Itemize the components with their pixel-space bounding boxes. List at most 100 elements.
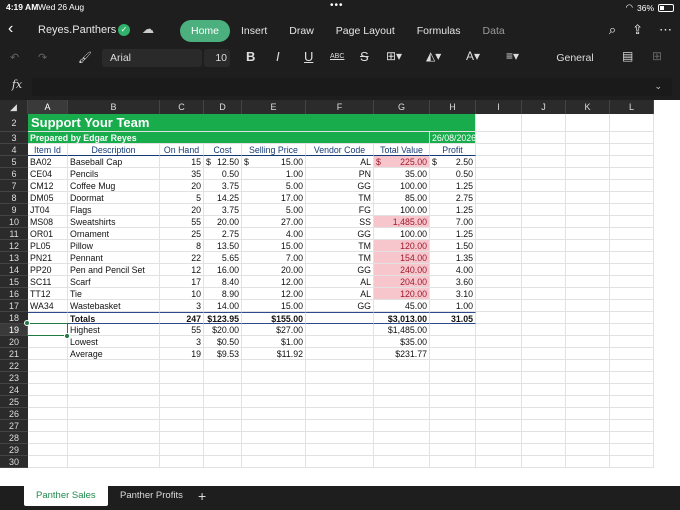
stat-cost[interactable]: $20.00: [204, 324, 242, 336]
row-header-5[interactable]: 5: [0, 156, 28, 168]
vendor-code-cell[interactable]: GG: [306, 228, 374, 240]
profit-cell[interactable]: $2.50: [430, 156, 476, 168]
undo-icon[interactable]: ↶: [10, 51, 19, 64]
selling-price-cell[interactable]: 5.00: [242, 204, 306, 216]
font-color-icon[interactable]: A▾: [466, 49, 480, 63]
totals-blank[interactable]: [306, 312, 374, 324]
row-header-6[interactable]: 6: [0, 168, 28, 180]
total-value-cell[interactable]: 35.00: [374, 168, 430, 180]
borders-icon[interactable]: ⊞▾: [386, 49, 402, 63]
item-id-cell[interactable]: JT04: [28, 204, 68, 216]
on-hand-cell[interactable]: 22: [160, 252, 204, 264]
add-sheet-icon[interactable]: +: [198, 486, 206, 506]
item-id-cell[interactable]: PN21: [28, 252, 68, 264]
on-hand-cell[interactable]: 17: [160, 276, 204, 288]
row-header-4[interactable]: 4: [0, 144, 28, 156]
strikethrough-button[interactable]: S: [360, 49, 369, 64]
totals-on-hand[interactable]: 247: [160, 312, 204, 324]
row-header-16[interactable]: 16: [0, 288, 28, 300]
insert-cells-icon[interactable]: ⊞: [652, 49, 662, 63]
row-header-24[interactable]: 24: [0, 384, 28, 396]
back-chevron-icon[interactable]: ‹: [8, 20, 13, 38]
stat-cost[interactable]: $9.53: [204, 348, 242, 360]
item-id-cell[interactable]: CE04: [28, 168, 68, 180]
profit-cell[interactable]: 3.10: [430, 288, 476, 300]
formula-input[interactable]: ⌄: [32, 78, 672, 96]
row-header-13[interactable]: 13: [0, 252, 28, 264]
on-hand-cell[interactable]: 55: [160, 216, 204, 228]
more-options-icon[interactable]: ⋯: [659, 22, 672, 38]
sheet-date[interactable]: 26/08/2026: [430, 132, 476, 144]
cost-cell[interactable]: 16.00: [204, 264, 242, 276]
row-header-20[interactable]: 20: [0, 336, 28, 348]
selling-price-cell[interactable]: $15.00: [242, 156, 306, 168]
cost-cell[interactable]: $12.50: [204, 156, 242, 168]
item-id-cell[interactable]: SC11: [28, 276, 68, 288]
vendor-code-cell[interactable]: SS: [306, 216, 374, 228]
vendor-code-cell[interactable]: TM: [306, 252, 374, 264]
description-cell[interactable]: Doormat: [68, 192, 160, 204]
selling-price-cell[interactable]: 15.00: [242, 240, 306, 252]
description-cell[interactable]: Coffee Mug: [68, 180, 160, 192]
description-cell[interactable]: Wastebasket: [68, 300, 160, 312]
stat-on-hand[interactable]: 3: [160, 336, 204, 348]
vendor-code-cell[interactable]: TM: [306, 192, 374, 204]
total-value-cell[interactable]: 1,485.00: [374, 216, 430, 228]
selling-price-cell[interactable]: 5.00: [242, 180, 306, 192]
cost-cell[interactable]: 14.00: [204, 300, 242, 312]
vendor-code-cell[interactable]: GG: [306, 300, 374, 312]
column-header-h[interactable]: H: [430, 100, 476, 114]
item-id-cell[interactable]: WA34: [28, 300, 68, 312]
stat-cost[interactable]: $0.50: [204, 336, 242, 348]
item-id-cell[interactable]: CM12: [28, 180, 68, 192]
total-value-cell[interactable]: 120.00: [374, 288, 430, 300]
row-header-7[interactable]: 7: [0, 180, 28, 192]
row-header-30[interactable]: 30: [0, 456, 28, 468]
cost-cell[interactable]: 8.40: [204, 276, 242, 288]
format-painter-icon[interactable]: 🖌: [78, 51, 92, 64]
description-cell[interactable]: Ornament: [68, 228, 160, 240]
vendor-code-cell[interactable]: AL: [306, 288, 374, 300]
row-header-2[interactable]: 2: [0, 114, 28, 132]
vendor-code-cell[interactable]: AL: [306, 276, 374, 288]
row-header-12[interactable]: 12: [0, 240, 28, 252]
sheet-tab-panther-profits[interactable]: Panther Profits: [108, 486, 195, 506]
bold-button[interactable]: B: [246, 49, 255, 64]
total-value-cell[interactable]: 204.00: [374, 276, 430, 288]
row-header-21[interactable]: 21: [0, 348, 28, 360]
profit-cell[interactable]: 4.00: [430, 264, 476, 276]
column-header-f[interactable]: F: [306, 100, 374, 114]
totals-selling-price[interactable]: $155.00: [242, 312, 306, 324]
row-header-23[interactable]: 23: [0, 372, 28, 384]
column-header-a[interactable]: A: [28, 100, 68, 114]
column-title[interactable]: Description: [68, 144, 160, 156]
row-header-22[interactable]: 22: [0, 360, 28, 372]
vendor-code-cell[interactable]: GG: [306, 264, 374, 276]
selling-price-cell[interactable]: 27.00: [242, 216, 306, 228]
row-header-28[interactable]: 28: [0, 432, 28, 444]
sheet-subtitle[interactable]: Prepared by Edgar Reyes: [28, 132, 430, 144]
cell-styles-icon[interactable]: ▤: [622, 49, 633, 63]
totals-total-value[interactable]: $3,013.00: [374, 312, 430, 324]
italic-button[interactable]: I: [276, 49, 280, 64]
cost-cell[interactable]: 0.50: [204, 168, 242, 180]
profit-cell[interactable]: 2.75: [430, 192, 476, 204]
on-hand-cell[interactable]: 10: [160, 288, 204, 300]
column-header-i[interactable]: I: [476, 100, 522, 114]
column-header-j[interactable]: J: [522, 100, 566, 114]
description-cell[interactable]: Pennant: [68, 252, 160, 264]
document-name[interactable]: Reyes.Panthers: [38, 24, 116, 36]
column-header-e[interactable]: E: [242, 100, 306, 114]
selling-price-cell[interactable]: 7.00: [242, 252, 306, 264]
item-id-cell[interactable]: BA02: [28, 156, 68, 168]
stat-total-value[interactable]: $35.00: [374, 336, 430, 348]
stat-on-hand[interactable]: 19: [160, 348, 204, 360]
column-header-g[interactable]: G: [374, 100, 430, 114]
profit-cell[interactable]: 1.00: [430, 300, 476, 312]
chevron-down-icon[interactable]: ⌄: [654, 81, 662, 92]
cost-cell[interactable]: 3.75: [204, 180, 242, 192]
total-value-cell[interactable]: 100.00: [374, 228, 430, 240]
tab-page-layout[interactable]: Page Layout: [325, 20, 406, 42]
description-cell[interactable]: Baseball Cap: [68, 156, 160, 168]
on-hand-cell[interactable]: 5: [160, 192, 204, 204]
